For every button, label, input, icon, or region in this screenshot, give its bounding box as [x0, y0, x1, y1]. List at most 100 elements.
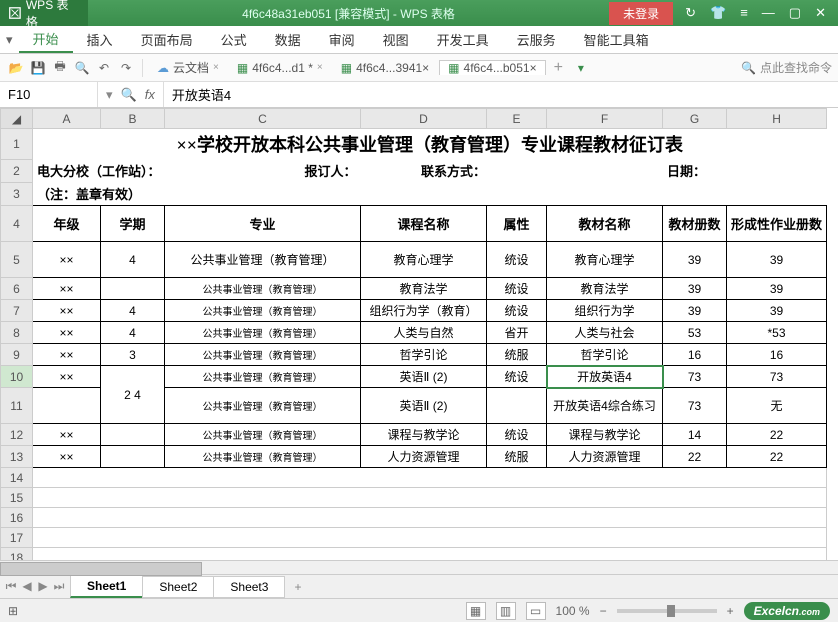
cell[interactable] [487, 388, 547, 424]
app-menu-icon[interactable]: ▾ [0, 32, 19, 48]
cell[interactable]: 省开 [487, 322, 547, 344]
tab-doc-3[interactable]: ▦ 4f6c4...b051× [439, 60, 545, 75]
cell[interactable]: ×× [33, 242, 101, 278]
tab-list-icon[interactable]: ▾ [571, 58, 591, 78]
row-header[interactable]: 9 [1, 344, 33, 366]
cell[interactable]: 4 [101, 322, 165, 344]
menu-formula[interactable]: 公式 [207, 26, 261, 53]
col-header-C[interactable]: C [165, 109, 361, 129]
cell[interactable]: 3 [101, 344, 165, 366]
cell[interactable] [33, 488, 827, 508]
cell[interactable]: ×× [33, 424, 101, 446]
row-header[interactable]: 11 [1, 388, 33, 424]
cell[interactable] [101, 446, 165, 468]
cell[interactable]: 公共事业管理（教育管理） [165, 366, 361, 388]
cell[interactable]: 哲学引论 [547, 344, 663, 366]
cell[interactable]: 4 [101, 300, 165, 322]
add-sheet-button[interactable]: + [284, 580, 311, 594]
view-normal-icon[interactable]: ▦ [466, 602, 486, 620]
info-note[interactable]: （注：盖章有效） [33, 182, 827, 206]
menu-insert[interactable]: 插入 [73, 26, 127, 53]
cell[interactable]: 无 [727, 388, 827, 424]
menu-review[interactable]: 审阅 [315, 26, 369, 53]
nav-first-icon[interactable]: ⏮ [4, 579, 18, 594]
zoom-in-icon[interactable]: + [727, 604, 734, 618]
print-icon[interactable]: 🖶 [50, 58, 70, 78]
cell[interactable]: *53 [727, 322, 827, 344]
row-header[interactable]: 6 [1, 278, 33, 300]
view-page-icon[interactable]: ▥ [496, 602, 516, 620]
cell[interactable]: 人类与自然 [361, 322, 487, 344]
cell[interactable]: 人力资源管理 [361, 446, 487, 468]
th-attr[interactable]: 属性 [487, 206, 547, 242]
cell[interactable] [33, 388, 101, 424]
row-header[interactable]: 14 [1, 468, 33, 488]
row-header[interactable]: 16 [1, 508, 33, 528]
sheet-list-icon[interactable]: ⊞ [8, 604, 18, 618]
cell[interactable]: 统设 [487, 242, 547, 278]
cell[interactable]: ×× [33, 300, 101, 322]
cell[interactable]: 开放英语4综合练习 [547, 388, 663, 424]
th-course[interactable]: 课程名称 [361, 206, 487, 242]
spreadsheet[interactable]: ◢ A B C D E F G H 1 ××学校开放本科公共事业管理（教育管理）… [0, 108, 838, 560]
cell[interactable]: 公共事业管理（教育管理） [165, 300, 361, 322]
cell[interactable]: 公共事业管理（教育管理） [165, 278, 361, 300]
tab-doc-1[interactable]: ▦ 4f6c4...d1 * × [229, 61, 331, 75]
tab-doc-2[interactable]: ▦ 4f6c4...3941× [333, 61, 437, 75]
cell[interactable]: 39 [663, 242, 727, 278]
zoom-out-icon[interactable]: − [600, 604, 607, 618]
skin-icon[interactable]: 👕 [710, 5, 726, 21]
row-header[interactable]: 4 [1, 206, 33, 242]
row-header[interactable]: 8 [1, 322, 33, 344]
th-grade[interactable]: 年级 [33, 206, 101, 242]
fx-search-icon[interactable]: 🔍 [121, 87, 137, 103]
cell[interactable]: 53 [663, 322, 727, 344]
horizontal-scrollbar[interactable] [0, 560, 838, 574]
cell[interactable]: 2 4 [101, 366, 165, 424]
cell[interactable] [33, 548, 827, 561]
cell[interactable]: 公共事业管理（教育管理） [165, 446, 361, 468]
th-copies[interactable]: 教材册数 [663, 206, 727, 242]
cell[interactable]: ×× [33, 366, 101, 388]
cell[interactable]: 教育心理学 [361, 242, 487, 278]
formula-input[interactable]: 开放英语4 [163, 82, 838, 107]
row-header[interactable]: 3 [1, 182, 33, 206]
cell[interactable]: 英语Ⅱ (2) [361, 366, 487, 388]
cell[interactable]: 人类与社会 [547, 322, 663, 344]
cell[interactable]: 39 [663, 278, 727, 300]
cell[interactable]: 公共事业管理（教育管理） [165, 344, 361, 366]
col-header-B[interactable]: B [101, 109, 165, 129]
tab-close-icon[interactable]: × [317, 62, 323, 73]
cell[interactable]: ×× [33, 322, 101, 344]
menu-smart[interactable]: 智能工具箱 [570, 26, 663, 53]
row-header[interactable]: 12 [1, 424, 33, 446]
command-search[interactable]: 🔍 点此查找命令 [741, 59, 832, 76]
open-icon[interactable]: 📂 [6, 58, 26, 78]
nav-next-icon[interactable]: ▶ [36, 579, 50, 594]
cell[interactable]: 哲学引论 [361, 344, 487, 366]
col-header-D[interactable]: D [361, 109, 487, 129]
cell[interactable]: 课程与教学论 [361, 424, 487, 446]
cell[interactable] [33, 528, 827, 548]
col-header-F[interactable]: F [547, 109, 663, 129]
print-preview-icon[interactable]: 🔍 [72, 58, 92, 78]
row-header[interactable]: 15 [1, 488, 33, 508]
close-icon[interactable]: ✕ [815, 5, 826, 21]
col-header-G[interactable]: G [663, 109, 727, 129]
row-header[interactable]: 1 [1, 129, 33, 160]
cell[interactable]: 统服 [487, 344, 547, 366]
menu-start[interactable]: 开始 [19, 26, 73, 53]
row-header[interactable]: 18 [1, 548, 33, 561]
name-box[interactable]: F10 [0, 82, 98, 107]
cell[interactable]: 39 [727, 300, 827, 322]
cell[interactable]: 公共事业管理（教育管理） [165, 242, 361, 278]
cell[interactable]: 教育心理学 [547, 242, 663, 278]
tab-cloud-doc[interactable]: ☁ 云文档 × [149, 59, 227, 76]
cell[interactable]: 组织行为学（教育） [361, 300, 487, 322]
cell[interactable]: ×× [33, 446, 101, 468]
cell[interactable]: 公共事业管理（教育管理） [165, 388, 361, 424]
view-read-icon[interactable]: ▭ [526, 602, 546, 620]
sheet-tab-1[interactable]: Sheet1 [70, 575, 143, 598]
menu-icon[interactable]: ≡ [740, 5, 748, 21]
sheet-tab-2[interactable]: Sheet2 [142, 576, 214, 598]
